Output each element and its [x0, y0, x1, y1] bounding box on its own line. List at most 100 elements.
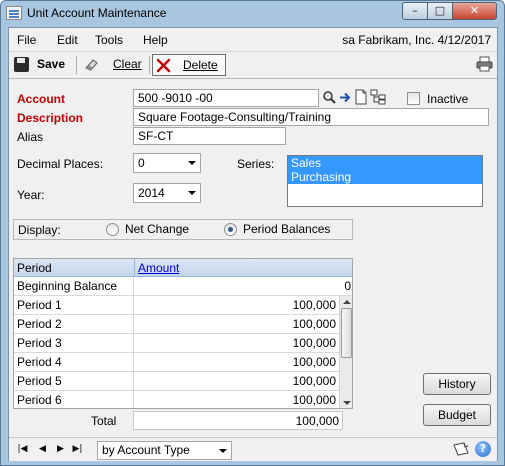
header-divider	[134, 259, 135, 277]
delete-button[interactable]: Delete	[152, 54, 226, 76]
period-cell: Period 6	[14, 391, 134, 408]
year-value: 2014	[138, 186, 165, 200]
period-cell: Period 5	[14, 372, 134, 390]
display-option-group: Display: Net Change Period Balances	[13, 219, 353, 240]
amount-cell[interactable]: 0	[134, 277, 352, 295]
menu-tools[interactable]: Tools	[95, 33, 123, 47]
delete-label: Delete	[183, 58, 218, 72]
go-to-arrow-icon[interactable]	[339, 90, 352, 105]
sort-order-value: by Account Type	[102, 443, 190, 457]
save-label: Save	[37, 57, 66, 71]
eraser-icon	[85, 59, 98, 71]
amount-cell[interactable]: 100,000	[134, 391, 339, 408]
period-cell: Period 4	[14, 353, 134, 371]
company-date-info: sa Fabrikam, Inc. 4/12/2017	[342, 33, 491, 47]
menu-help[interactable]: Help	[143, 33, 168, 47]
printer-icon[interactable]	[476, 56, 493, 72]
grid-header: Period Amount	[14, 259, 352, 277]
maximize-button[interactable]: □	[427, 2, 453, 20]
period-amount-grid: Period Amount Beginning Balance 0 Period…	[13, 258, 353, 409]
alias-field[interactable]: SF-CT	[133, 127, 286, 145]
period-cell: Period 2	[14, 315, 134, 333]
description-label: Description	[17, 111, 84, 125]
table-row[interactable]: Period 4 100,000	[14, 353, 339, 372]
alias-label: Alias	[17, 130, 44, 144]
history-button[interactable]: History	[423, 373, 491, 395]
window-title: Unit Account Maintenance	[27, 6, 167, 20]
menu-edit[interactable]: Edit	[57, 33, 78, 47]
amount-cell[interactable]: 100,000	[134, 372, 339, 390]
total-value: 100,000	[133, 411, 343, 430]
table-row[interactable]: Period 5 100,000	[14, 372, 339, 391]
decimal-places-label: Decimal Places:	[17, 157, 104, 171]
chevron-down-icon	[188, 161, 196, 165]
chevron-down-icon	[219, 449, 227, 453]
menu-bar: File Edit Tools Help sa Fabrikam, Inc. 4…	[9, 28, 497, 52]
year-label: Year:	[17, 188, 45, 202]
minimize-button[interactable]: –	[402, 2, 428, 20]
save-icon	[14, 57, 29, 72]
amount-column-header[interactable]: Amount	[138, 261, 179, 275]
period-balances-radio[interactable]	[224, 223, 237, 236]
table-row[interactable]: Period 1 100,000	[14, 296, 339, 315]
series-option-purchasing[interactable]: Purchasing	[288, 170, 482, 184]
window-client-area: File Edit Tools Help sa Fabrikam, Inc. 4…	[8, 27, 498, 461]
new-document-icon[interactable]	[354, 89, 368, 105]
save-button[interactable]: Save	[11, 54, 73, 76]
account-tree-icon[interactable]	[370, 89, 387, 105]
menu-file[interactable]: File	[17, 33, 36, 47]
title-bar[interactable]: Unit Account Maintenance – □ ✕	[1, 1, 504, 27]
net-change-label: Net Change	[125, 222, 190, 236]
period-cell: Period 1	[14, 296, 134, 314]
scroll-down-arrow-icon[interactable]	[343, 401, 351, 405]
next-record-icon[interactable]: ▶	[55, 444, 66, 455]
app-window: Unit Account Maintenance – □ ✕ File Edit…	[0, 0, 505, 466]
series-label: Series:	[237, 157, 275, 171]
status-bar: |◀ ◀ ▶ ▶| by Account Type ?	[9, 437, 497, 461]
display-label: Display:	[18, 223, 61, 237]
description-field[interactable]: Square Footage-Consulting/Training	[133, 108, 489, 126]
note-icon[interactable]	[453, 442, 469, 456]
period-balances-label: Period Balances	[243, 222, 331, 236]
scroll-up-arrow-icon[interactable]	[343, 300, 351, 304]
account-label: Account	[17, 92, 65, 106]
grid-scrollbar[interactable]	[339, 296, 352, 408]
table-row[interactable]: Beginning Balance 0	[14, 277, 352, 296]
inactive-checkbox[interactable]	[407, 92, 420, 105]
period-column-header: Period	[17, 261, 52, 275]
period-cell: Period 3	[14, 334, 134, 352]
inactive-label: Inactive	[427, 92, 469, 106]
account-field[interactable]: 500 -9010 -00	[133, 89, 319, 107]
table-row[interactable]: Period 3 100,000	[14, 334, 339, 353]
total-label: Total	[91, 414, 117, 428]
scrollbar-thumb[interactable]	[341, 308, 352, 358]
series-option-sales[interactable]: Sales	[288, 156, 482, 170]
chevron-down-icon	[188, 191, 196, 195]
toolbar: Save Clear Delete	[9, 52, 497, 79]
delete-x-icon	[156, 58, 171, 73]
table-row[interactable]: Period 6 100,000	[14, 391, 339, 408]
decimal-places-dropdown[interactable]: 0	[133, 153, 201, 173]
clear-button[interactable]: Clear	[81, 54, 145, 76]
lookup-icon[interactable]	[322, 90, 337, 105]
period-cell: Beginning Balance	[14, 277, 134, 295]
total-row: Total 100,000	[13, 411, 353, 430]
table-row[interactable]: Period 2 100,000	[14, 315, 339, 334]
amount-cell[interactable]: 100,000	[134, 334, 339, 352]
year-dropdown[interactable]: 2014	[133, 183, 201, 203]
budget-button[interactable]: Budget	[423, 404, 491, 426]
help-icon[interactable]: ?	[475, 441, 491, 457]
series-listbox[interactable]: Sales Purchasing	[287, 155, 483, 207]
sort-order-dropdown[interactable]: by Account Type	[97, 441, 232, 460]
clear-label: Clear	[113, 57, 142, 71]
toolbar-separator	[149, 56, 150, 74]
close-button[interactable]: ✕	[452, 2, 497, 20]
amount-cell[interactable]: 100,000	[134, 353, 339, 371]
amount-cell[interactable]: 100,000	[134, 315, 339, 333]
net-change-radio[interactable]	[106, 223, 119, 236]
first-record-icon[interactable]: |◀	[17, 444, 28, 455]
window-icon	[6, 6, 22, 20]
previous-record-icon[interactable]: ◀	[37, 444, 48, 455]
amount-cell[interactable]: 100,000	[134, 296, 339, 314]
last-record-icon[interactable]: ▶|	[72, 444, 83, 455]
